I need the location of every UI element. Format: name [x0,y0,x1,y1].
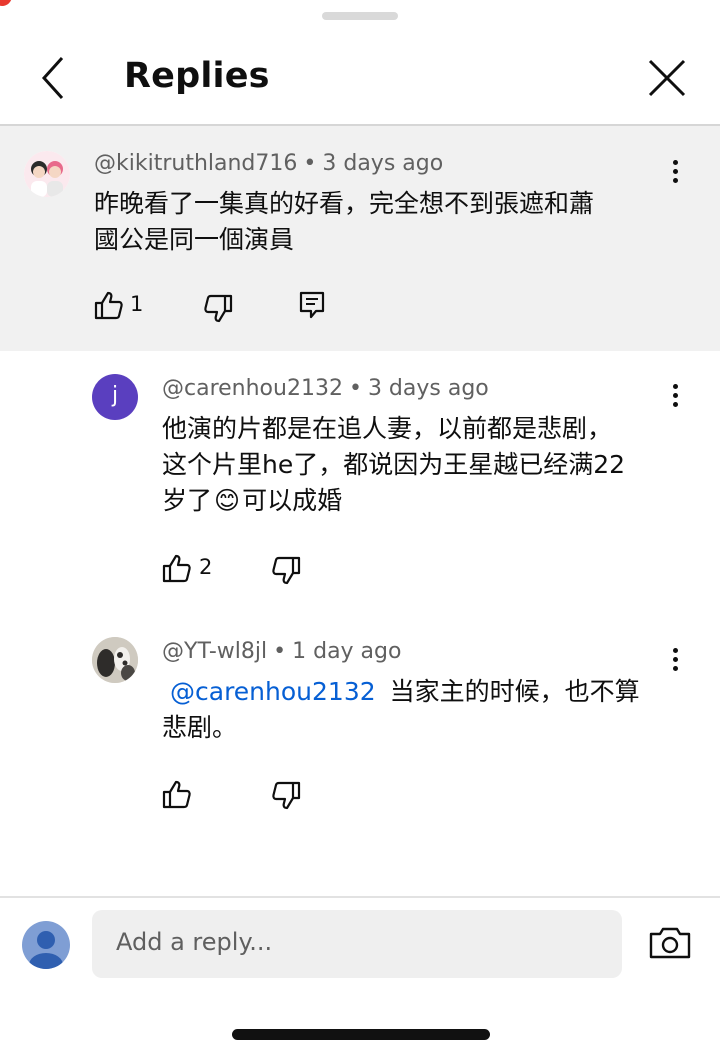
reply-placeholder: Add a reply... [116,928,273,956]
thumb-down-icon [272,556,301,585]
dislike-button[interactable] [203,294,233,324]
comment-text-segment: 当家主的时候，也不算 [389,677,640,706]
comment-text-segment: 可以成婚 [242,486,343,515]
reply-icon [299,291,325,319]
comment-meta: @kikitruthland716 • 3 days ago [94,151,443,176]
more-vert-icon [663,648,687,671]
page-title: Replies [124,56,270,96]
camera-button[interactable] [648,924,692,962]
meta-separator: • [303,151,317,176]
meta-separator: • [348,376,362,401]
smile-emoji: 😊 [214,486,241,515]
close-button[interactable] [640,52,694,104]
comment-text-segment: 岁了 [162,486,213,515]
like-count: 2 [199,555,213,579]
like-button[interactable] [94,290,124,320]
more-vert-icon [663,160,687,183]
dislike-button[interactable] [271,781,301,811]
dislike-button[interactable] [271,556,301,586]
close-icon [648,59,686,97]
comment-author[interactable]: @kikitruthland716 [94,151,297,176]
comment-text: 昨晚看了一集真的好看，完全想不到張遮和蕭 國公是同一個演員 [94,186,654,258]
account-icon [29,931,63,969]
home-indicator[interactable] [232,1029,490,1040]
drag-handle[interactable] [322,12,398,20]
comment-author[interactable]: @carenhou2132 [162,376,343,401]
account-avatar [22,921,70,969]
comment-text-line: 岁了😊可以成婚 [162,483,682,519]
avatar-image [92,637,138,683]
thumb-up-icon [162,780,191,809]
avatar[interactable]: j [92,374,138,420]
back-button[interactable] [30,52,76,104]
comment-text: 他演的片都是在追人妻，以前都是悲剧， 这个片里he了，都说因为王星越已经满22 … [162,411,682,519]
comment-meta: @carenhou2132 • 3 days ago [162,376,489,401]
status-indicator-dot [0,0,12,6]
thumb-down-icon [204,294,233,323]
comment-time: 1 day ago [292,639,402,664]
like-button[interactable] [162,553,192,583]
camera-icon [649,927,691,959]
thumb-up-icon [162,554,191,583]
comment-text-line: 悲剧。 [162,713,238,742]
comment-text-line: 他演的片都是在追人妻，以前都是悲剧， [162,414,613,443]
comment-text-line: 昨晚看了一集真的好看，完全想不到張遮和蕭 [94,189,595,218]
avatar-letter: j [111,383,119,408]
like-button[interactable] [162,779,192,809]
more-options-button[interactable] [663,156,687,192]
composer-divider [0,896,720,898]
like-count: 1 [130,292,144,316]
comment-text-line: 國公是同一個演員 [94,225,295,254]
comment-text-line: @carenhou2132 当家主的时候，也不算 [162,674,682,710]
comment-meta: @YT-wl8jl • 1 day ago [162,639,401,664]
more-vert-icon [663,384,687,407]
avatar[interactable] [24,151,70,197]
meta-separator: • [273,639,287,664]
thumb-down-icon [272,781,301,810]
reply-button[interactable] [298,290,328,320]
comment-author[interactable]: @YT-wl8jl [162,639,267,664]
avatar-image [24,151,70,197]
chevron-left-icon [41,56,64,100]
thumb-up-icon [94,291,123,320]
comment-time: 3 days ago [322,151,444,176]
mention-link[interactable]: @carenhou2132 [170,677,376,706]
comment-text: @carenhou2132 当家主的时候，也不算 悲剧。 [162,674,682,746]
comment-time: 3 days ago [367,376,489,401]
avatar[interactable] [92,637,138,683]
comment-text-line: 这个片里he了，都说因为王星越已经满22 [162,450,626,479]
